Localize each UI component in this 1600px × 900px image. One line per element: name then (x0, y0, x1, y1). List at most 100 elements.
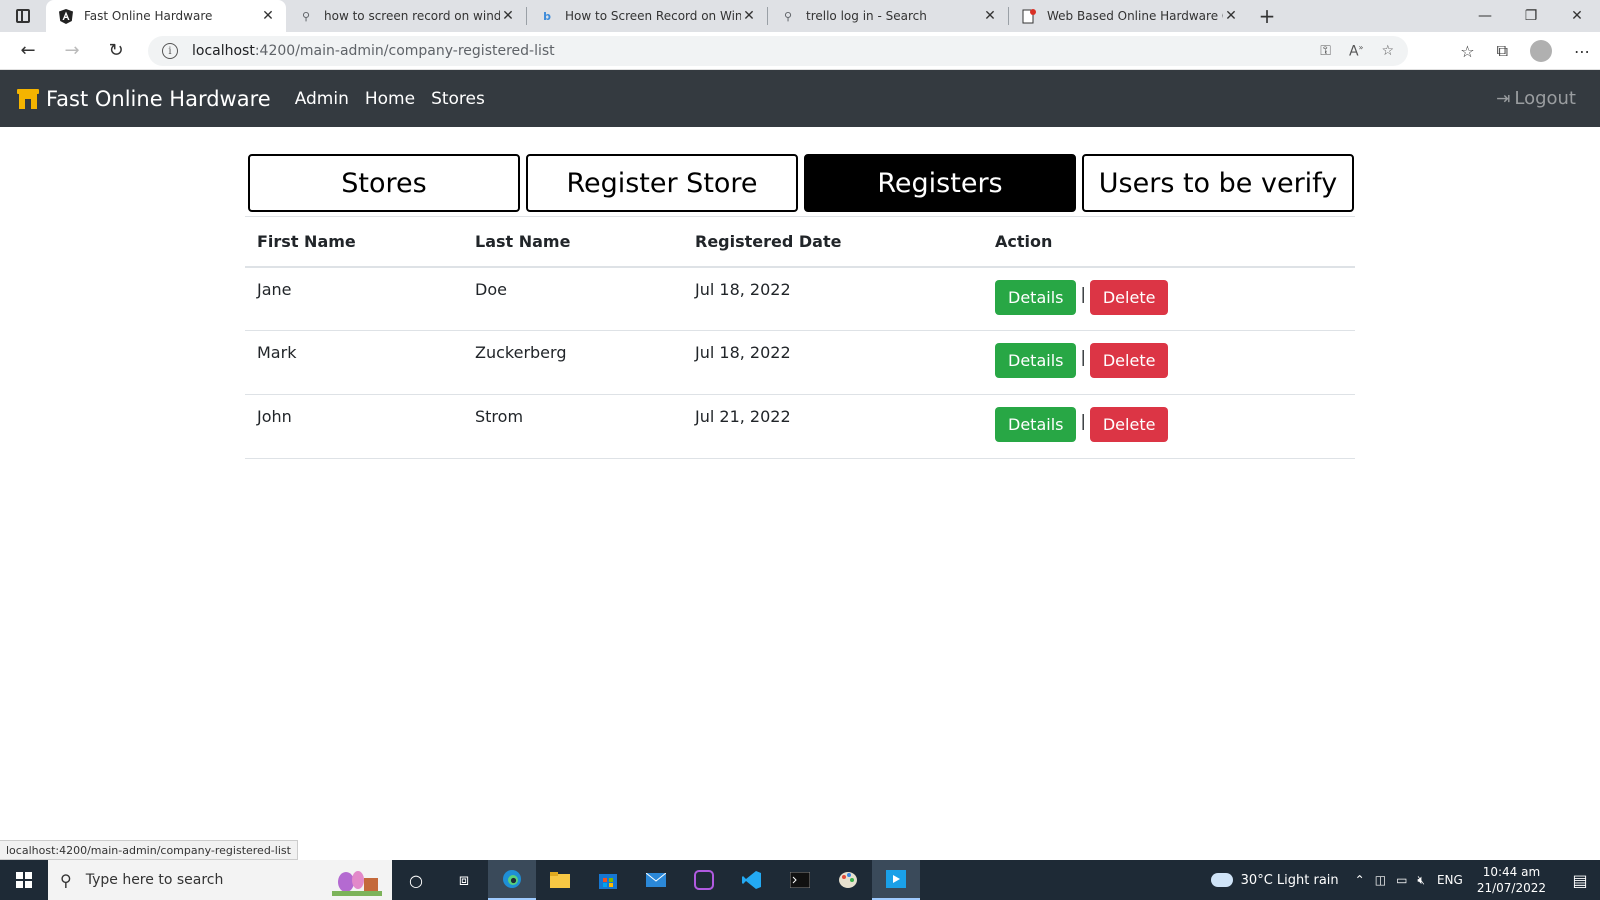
column-header: First Name (245, 216, 463, 268)
browser-toolbar: ☆ ⧉ ⋯ (1460, 32, 1590, 70)
meet-icon[interactable]: ◫ (1375, 873, 1386, 888)
nav-link-admin[interactable]: Admin (295, 89, 349, 109)
restore-icon[interactable]: ❐ (1508, 0, 1554, 32)
mail-icon[interactable] (632, 860, 680, 900)
start-button[interactable] (0, 860, 48, 900)
browser-tab-5[interactable]: Web Based Online Hardware Ord ✕ (1009, 0, 1249, 32)
logout-link[interactable]: ⇥ Logout (1496, 70, 1576, 127)
favorites-icon[interactable]: ☆ (1460, 42, 1474, 61)
logout-icon: ⇥ (1496, 88, 1511, 109)
column-header: Last Name (463, 216, 683, 268)
close-window-icon[interactable]: ✕ (1554, 0, 1600, 32)
paint-icon[interactable] (824, 860, 872, 900)
vscode-icon[interactable] (728, 860, 776, 900)
angular-icon (58, 8, 74, 24)
close-icon[interactable]: ✕ (741, 8, 757, 24)
delete-button[interactable]: Delete (1089, 343, 1169, 378)
first-name-cell: John (245, 394, 463, 459)
tab-users-to-be-verify[interactable]: Users to be verify (1082, 154, 1354, 212)
action-cell: Details | Delete (983, 394, 1355, 459)
windows-icon (16, 872, 32, 888)
section-tabs: Stores Register Store Registers Users to… (248, 154, 1354, 212)
nav-link-home[interactable]: Home (365, 89, 415, 109)
delete-button[interactable]: Delete (1089, 279, 1169, 315)
clock[interactable]: 10:44 am 21/07/2022 (1477, 864, 1546, 896)
column-header: Action (983, 216, 1355, 268)
cloud-rain-icon (1210, 873, 1233, 887)
last-name-cell: Doe (463, 266, 683, 331)
action-separator: | (1080, 411, 1086, 430)
network-icon[interactable]: ▭ (1396, 873, 1407, 888)
read-aloud-icon[interactable]: A» (1349, 43, 1363, 60)
add-favorite-icon[interactable]: ☆ (1381, 43, 1394, 59)
workspaces-icon[interactable] (0, 0, 46, 32)
xampp-icon[interactable] (680, 860, 728, 900)
bing-icon: b (543, 9, 551, 23)
logout-label: Logout (1514, 88, 1576, 109)
back-icon[interactable]: ← (6, 32, 50, 70)
first-name-cell: Mark (245, 330, 463, 395)
key-icon[interactable]: ⚿ (1320, 43, 1331, 59)
close-icon[interactable]: ✕ (1223, 8, 1239, 24)
brand-name: Fast Online Hardware (46, 86, 271, 111)
edge-icon[interactable] (488, 860, 536, 900)
search-icon: ⚲ (301, 9, 311, 23)
address-bar-row: ← → ↻ i localhost:4200/main-admin/compan… (0, 32, 1600, 70)
nav-link-stores[interactable]: Stores (431, 89, 485, 109)
browser-tab-3[interactable]: b How to Screen Record on Windo ✕ (527, 0, 767, 32)
window-controls: — ❐ ✕ (1462, 0, 1600, 32)
cortana-icon[interactable]: ○ (392, 860, 440, 900)
browser-tabstrip: Fast Online Hardware ✕ ⚲ how to screen r… (0, 0, 1600, 32)
brand[interactable]: Fast Online Hardware (16, 87, 271, 111)
store-app-icon[interactable] (584, 860, 632, 900)
info-icon[interactable]: i (162, 43, 178, 59)
action-cell: Details | Delete (983, 330, 1355, 395)
more-icon[interactable]: ⋯ (1574, 42, 1590, 61)
registered-date-cell: Jul 18, 2022 (683, 266, 983, 331)
store-icon (17, 88, 39, 109)
chevron-up-icon[interactable]: ⌃ (1355, 873, 1365, 888)
volume-muted-icon[interactable]: 🔇︎ (1417, 873, 1425, 888)
new-tab-icon[interactable]: + (1249, 0, 1285, 32)
tray-icons: ⌃ ◫ ▭ 🔇︎ (1355, 873, 1425, 888)
browser-tab-1[interactable]: Fast Online Hardware ✕ (46, 0, 286, 32)
close-icon[interactable]: ✕ (500, 8, 516, 24)
language-indicator[interactable]: ENG (1437, 873, 1463, 887)
terminal-icon[interactable] (776, 860, 824, 900)
weather-text: 30°C Light rain (1240, 872, 1339, 888)
action-separator: | (1080, 347, 1086, 366)
status-url-tooltip: localhost:4200/main-admin/company-regist… (0, 840, 298, 860)
browser-tab-2[interactable]: ⚲ how to screen record on window ✕ (286, 0, 526, 32)
delete-button[interactable]: Delete (1089, 407, 1169, 442)
url-host: localhost (192, 43, 255, 59)
screen-recorder-icon[interactable] (872, 860, 920, 900)
taskbar-search[interactable]: ⚲ Type here to search (48, 860, 392, 900)
tab-stores[interactable]: Stores (248, 154, 520, 212)
table-row: John Strom Jul 21, 2022 Details | Delete (245, 394, 1355, 459)
table-row: Jane Doe Jul 18, 2022 Details | Delete (245, 266, 1355, 331)
column-header: Registered Date (683, 216, 983, 268)
weather-widget[interactable]: 30°C Light rain (1210, 872, 1339, 888)
collections-icon[interactable]: ⧉ (1497, 41, 1508, 61)
close-icon[interactable]: ✕ (260, 8, 276, 24)
close-icon[interactable]: ✕ (982, 8, 998, 24)
minimize-icon[interactable]: — (1462, 0, 1508, 32)
profile-avatar[interactable] (1530, 40, 1552, 62)
taskbar: ⚲ Type here to search ○ ⧈ 30°C Light rai… (0, 860, 1600, 900)
details-button[interactable]: Details (995, 407, 1077, 442)
browser-tab-4[interactable]: ⚲ trello log in - Search ✕ (768, 0, 1008, 32)
refresh-icon[interactable]: ↻ (94, 32, 138, 70)
tab-register-store[interactable]: Register Store (526, 154, 798, 212)
search-highlight-icon (332, 871, 382, 896)
system-tray: 30°C Light rain ⌃ ◫ ▭ 🔇︎ ENG 10:44 am 21… (1210, 860, 1600, 900)
details-button[interactable]: Details (995, 343, 1077, 378)
forward-icon[interactable]: → (50, 32, 94, 70)
file-explorer-icon[interactable] (536, 860, 584, 900)
address-bar[interactable]: i localhost:4200/main-admin/company-regi… (148, 36, 1408, 66)
tab-registers[interactable]: Registers (804, 154, 1076, 212)
notifications-icon[interactable]: ▤ (1560, 871, 1600, 890)
search-icon: ⚲ (60, 870, 72, 890)
details-button[interactable]: Details (995, 279, 1077, 315)
table-row: Mark Zuckerberg Jul 18, 2022 Details | Del… (245, 330, 1355, 395)
task-view-icon[interactable]: ⧈ (440, 860, 488, 900)
